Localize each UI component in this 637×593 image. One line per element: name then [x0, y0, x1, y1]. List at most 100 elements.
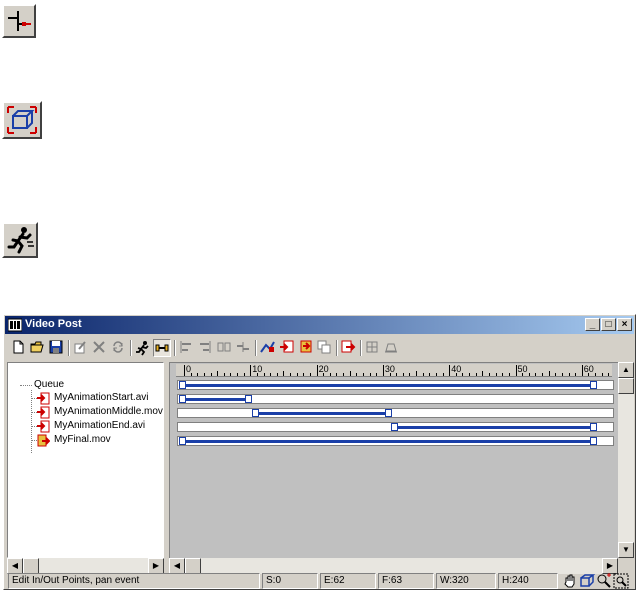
add-image-layer-event-icon[interactable]: [316, 339, 334, 357]
queue-pane[interactable]: Queue MyAnimationStart.avi MyAnimationMi…: [7, 362, 164, 558]
image-input-event-icon: [37, 420, 50, 433]
ruler-tick: [475, 373, 477, 376]
range-end-handle[interactable]: [590, 381, 598, 389]
execute-sequence-icon[interactable]: [134, 339, 152, 357]
zoom-extents-icon[interactable]: [579, 573, 596, 589]
edit-current-event-icon[interactable]: [72, 339, 90, 357]
ruler-tick: [528, 373, 530, 376]
status-frame-count: F:63: [378, 573, 434, 589]
scroll-right-button[interactable]: ▶: [602, 558, 618, 574]
align-left-icon[interactable]: [178, 339, 196, 357]
ruler-tick: [442, 373, 444, 376]
ruler-tick: [402, 373, 404, 376]
ruler-tick-label: 60: [583, 364, 594, 374]
scroll-thumb[interactable]: [618, 378, 634, 394]
range-start-handle[interactable]: [179, 395, 186, 403]
queue-item-label: MyFinal.mov: [54, 434, 111, 445]
ruler-tick: [184, 365, 185, 376]
zoom-time-icon[interactable]: [596, 573, 612, 589]
range-bar[interactable]: [394, 426, 594, 429]
queue-horizontal-scrollbar[interactable]: ◀ ▶: [7, 558, 164, 574]
ruler-tick: [290, 373, 292, 376]
range-start-handle[interactable]: [179, 381, 186, 389]
image-output-event-icon: [37, 434, 50, 447]
add-scene-event-icon[interactable]: [259, 339, 277, 357]
track-row[interactable]: [177, 380, 614, 390]
ruler-tick: [575, 373, 577, 376]
scroll-left-button[interactable]: ◀: [7, 558, 23, 574]
range-bar[interactable]: [182, 398, 249, 401]
ruler-tick: [416, 371, 418, 376]
scroll-down-button[interactable]: ▼: [618, 542, 634, 558]
ruler-tick: [568, 373, 570, 376]
image-input-event-icon: [37, 406, 50, 419]
ruler-tick: [316, 365, 318, 376]
add-external-event-icon[interactable]: [364, 339, 382, 357]
toolbar: [6, 337, 633, 359]
align-right-icon[interactable]: [197, 339, 215, 357]
scroll-thumb[interactable]: [23, 558, 39, 574]
track-row[interactable]: [177, 436, 614, 446]
ruler-tick-label: 40: [451, 364, 462, 374]
ruler-tick: [495, 373, 497, 376]
scroll-right-button[interactable]: ▶: [148, 558, 164, 574]
scroll-left-button[interactable]: ◀: [169, 558, 185, 574]
range-end-handle[interactable]: [590, 437, 598, 445]
timeline-horizontal-scrollbar[interactable]: ◀ ▶: [169, 558, 618, 574]
range-start-handle[interactable]: [251, 409, 259, 417]
track-row[interactable]: [177, 394, 614, 404]
ruler-tick: [435, 373, 437, 376]
ruler-tick: [581, 365, 583, 376]
add-loop-event-icon[interactable]: [383, 339, 401, 357]
ruler-tick: [250, 365, 252, 376]
add-image-input-event-icon[interactable]: [278, 339, 296, 357]
ruler-tick: [309, 373, 311, 376]
queue-root-label: Queue: [34, 379, 65, 390]
ruler-tick-label: 20: [318, 364, 329, 374]
zoom-region-icon[interactable]: [613, 573, 629, 589]
ruler-tick: [382, 365, 384, 376]
ruler-tick: [595, 373, 597, 376]
ruler-tick: [329, 373, 331, 376]
ruler-tick: [488, 373, 490, 376]
video-post-window: Video Post _ □ × Queue MyAnimationStart.…: [3, 314, 636, 590]
new-sequence-icon[interactable]: [10, 339, 28, 357]
vertical-scrollbar[interactable]: ▲ ▼: [618, 362, 634, 558]
ruler-tick: [409, 373, 411, 376]
add-image-filter-event-icon[interactable]: [297, 339, 315, 357]
range-end-handle[interactable]: [384, 409, 392, 417]
range-start-handle[interactable]: [391, 423, 399, 431]
abut-selected-icon[interactable]: [235, 339, 253, 357]
ruler-tick: [363, 373, 364, 376]
range-bar[interactable]: [182, 384, 594, 387]
time-ruler[interactable]: 0 10 20 30 40 50 60: [176, 364, 612, 377]
title-bar[interactable]: Video Post _ □ ×: [5, 316, 634, 334]
add-image-output-event-icon[interactable]: [340, 339, 358, 357]
swap-events-icon[interactable]: [110, 339, 128, 357]
range-bar[interactable]: [254, 412, 388, 415]
maximize-button[interactable]: □: [601, 318, 616, 331]
scroll-up-button[interactable]: ▲: [618, 362, 634, 378]
timeline-pane[interactable]: 0 10 20 30 40 50 60: [169, 362, 618, 558]
make-same-size-icon[interactable]: [216, 339, 234, 357]
close-button[interactable]: ×: [617, 318, 632, 331]
range-end-handle[interactable]: [245, 395, 253, 403]
range-end-handle[interactable]: [590, 423, 598, 431]
ruler-tick: [243, 373, 245, 376]
range-start-handle[interactable]: [179, 437, 186, 445]
track-row[interactable]: [177, 422, 614, 432]
ruler-tick: [542, 373, 544, 376]
delete-event-icon[interactable]: [91, 339, 109, 357]
range-bar[interactable]: [182, 440, 594, 443]
track-row[interactable]: [177, 408, 614, 418]
ruler-tick: [422, 373, 424, 376]
ruler-tick: [502, 373, 504, 376]
image-input-event-icon: [37, 392, 50, 405]
ruler-tick: [482, 371, 484, 376]
minimize-button[interactable]: _: [585, 318, 600, 331]
open-sequence-icon[interactable]: [29, 339, 47, 357]
scroll-thumb[interactable]: [185, 558, 201, 574]
edit-range-bar-icon[interactable]: [153, 339, 171, 357]
pan-hand-icon[interactable]: [562, 573, 578, 589]
save-sequence-icon[interactable]: [48, 339, 66, 357]
